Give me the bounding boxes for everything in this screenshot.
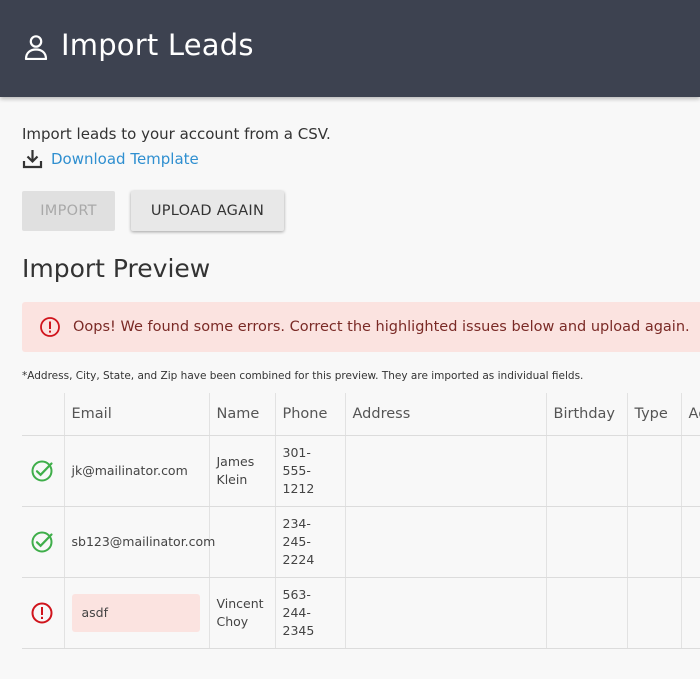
cell-birthday [546,577,628,649]
table-header-row: Email Name Phone Address Birthday Type A… [22,393,700,436]
column-header-birthday: Birthday [546,393,628,436]
cell-type [627,435,682,507]
cell-type [627,577,682,649]
row-status-cell [22,506,65,578]
column-header-ag: Ag [681,393,700,436]
check-circle-icon [31,531,53,552]
cell-name [209,506,276,578]
table-row: asdf Vincent Choy 563- 244- 2345 [22,577,700,649]
cell-phone: 234- 245- 2224 [275,506,346,578]
row-status-cell [22,435,65,507]
preview-table: Email Name Phone Address Birthday Type A… [22,393,700,649]
cell-name: Vincent Choy [209,577,276,649]
page-title: Import Leads [61,28,254,62]
cell-birthday [546,435,628,507]
import-preview-title: Import Preview [22,254,211,283]
upload-again-button[interactable]: UPLOAD AGAIN [131,191,284,231]
cell-email: jk@mailinator.com [64,435,210,507]
preview-table-container[interactable]: Email Name Phone Address Birthday Type A… [22,393,700,649]
cell-email: asdf [64,577,210,649]
import-button[interactable]: IMPORT [22,191,115,231]
intro-text: Import leads to your account from a CSV. [22,125,331,143]
download-template-link[interactable]: Download Template [22,148,199,169]
check-circle-icon [31,460,53,481]
cell-phone: 301- 555- 1212 [275,435,346,507]
error-message: Oops! We found some errors. Correct the … [73,319,690,335]
cell-type [627,506,682,578]
table-row: jk@mailinator.com James Klein 301- 555- … [22,435,700,507]
cell-email: sb123@mailinator.com [64,506,215,578]
table-row: sb123@mailinator.com 234- 245- 2224 [22,506,700,578]
column-header-phone: Phone [275,393,346,436]
cell-ag [681,577,700,649]
column-header-type: Type [627,393,682,436]
download-icon [22,150,43,169]
alert-circle-icon [31,602,53,623]
page-header: Import Leads [0,0,700,97]
alert-circle-icon [40,317,60,337]
cell-ag [681,435,700,507]
column-header-status [22,393,65,436]
row-status-cell [22,577,65,649]
column-header-email: Email [64,393,210,436]
download-template-label: Download Template [51,149,199,168]
cell-address [345,506,547,578]
user-icon [24,35,48,60]
cell-birthday [546,506,628,578]
cell-address [345,435,547,507]
email-error-field: asdf [71,593,200,632]
column-header-name: Name [209,393,276,436]
cell-ag [681,506,700,578]
combined-fields-note: *Address, City, State, and Zip have been… [22,370,584,382]
cell-phone: 563- 244- 2345 [275,577,346,649]
error-banner: Oops! We found some errors. Correct the … [22,302,700,352]
cell-address [345,577,547,649]
column-header-address: Address [345,393,547,436]
cell-name: James Klein [209,435,276,507]
